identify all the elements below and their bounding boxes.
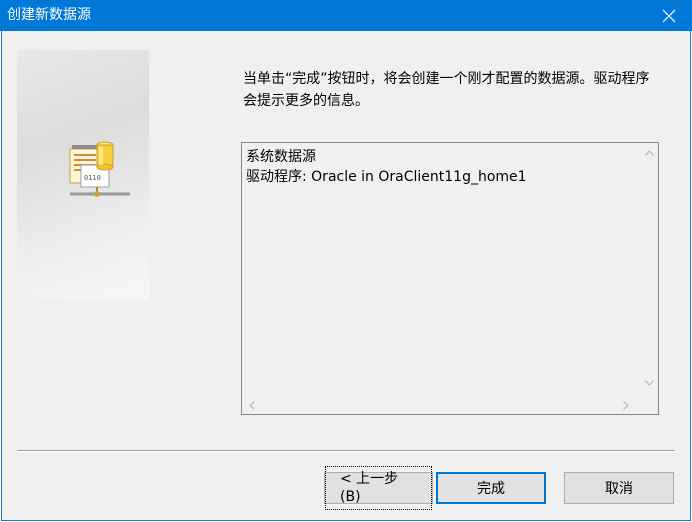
horizontal-scrollbar[interactable]	[242, 397, 641, 414]
separator	[17, 450, 675, 452]
info-box[interactable]: 系统数据源 驱动程序: Oracle in OraClient11g_home1	[241, 142, 659, 415]
database-server-icon: 0110	[69, 141, 130, 197]
finish-button-label: 完成	[477, 481, 505, 497]
back-button[interactable]: < 上一步(B)	[324, 466, 433, 510]
back-button-label: < 上一步(B)	[325, 466, 432, 510]
scroll-left-icon[interactable]	[249, 401, 255, 413]
title-bar: 创建新数据源	[0, 0, 692, 31]
svg-text:0110: 0110	[84, 174, 101, 182]
instruction-text: 当单击“完成”按钮时，将会创建一个刚才配置的数据源。驱动程序会提示更多的信息。	[243, 71, 650, 109]
side-panel: 0110	[17, 50, 149, 300]
scroll-up-icon[interactable]	[645, 149, 654, 159]
close-button[interactable]	[646, 0, 692, 31]
vertical-scrollbar[interactable]	[641, 143, 658, 397]
cancel-button[interactable]: 取消	[564, 472, 674, 504]
close-icon	[662, 9, 676, 22]
finish-button[interactable]: 完成	[436, 472, 546, 504]
scroll-right-icon[interactable]	[623, 401, 629, 413]
cancel-button-label: 取消	[605, 481, 633, 497]
window-title: 创建新数据源	[7, 7, 91, 23]
info-line: 驱动程序: Oracle in OraClient11g_home1	[246, 169, 527, 185]
info-line: 系统数据源	[246, 149, 316, 165]
scroll-down-icon[interactable]	[645, 379, 654, 389]
